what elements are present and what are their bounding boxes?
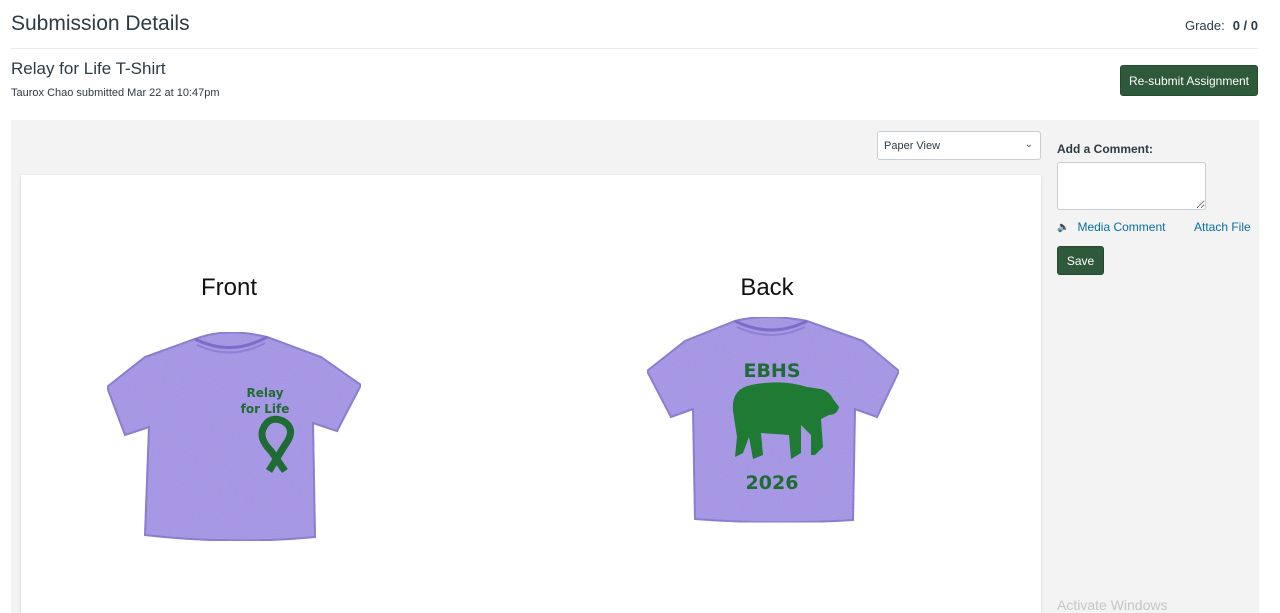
back-tshirt: EBHS 2026	[645, 316, 901, 524]
front-print-line1: Relay	[246, 386, 283, 400]
attach-file-link[interactable]: Attach File	[1194, 220, 1251, 234]
comment-textarea[interactable]	[1057, 162, 1206, 210]
submission-document: Front Back Relay for Life EBHS 2026	[21, 175, 1041, 613]
comment-actions: 🔈 Media Comment Attach File	[1057, 218, 1257, 240]
page-title: Submission Details	[11, 12, 190, 35]
save-comment-button[interactable]: Save	[1057, 246, 1104, 275]
front-tshirt: Relay for Life	[105, 331, 363, 542]
resubmit-assignment-button[interactable]: Re-submit Assignment	[1120, 65, 1258, 96]
grade-label: Grade:	[1184, 18, 1225, 33]
front-print-line2: for Life	[241, 402, 290, 416]
view-mode-select[interactable]: Paper View ⌄	[877, 131, 1041, 160]
header-divider	[11, 48, 1258, 49]
media-comment-label: Media Comment	[1077, 220, 1166, 234]
media-comment-link[interactable]: 🔈 Media Comment	[1057, 220, 1165, 234]
speaker-icon: 🔈	[1057, 221, 1070, 233]
grade-display: Grade: 0 / 0	[1185, 18, 1258, 33]
submission-info: Taurox Chao submitted Mar 22 at 10:47pm	[11, 87, 220, 99]
front-label: Front	[201, 274, 257, 301]
submitted-date: submitted Mar 22 at 10:47pm	[73, 87, 220, 99]
chevron-down-icon: ⌄	[1024, 139, 1033, 150]
activate-windows-watermark: Activate Windows	[1057, 597, 1168, 613]
comment-sidebar: Add a Comment: 🔈 Media Comment Attach Fi…	[1057, 142, 1257, 275]
back-print-top: EBHS	[743, 360, 800, 382]
back-label: Back	[740, 274, 794, 301]
view-mode-selected: Paper View	[884, 139, 941, 152]
assignment-title: Relay for Life T-Shirt	[11, 59, 166, 78]
comment-label: Add a Comment:	[1057, 142, 1153, 156]
submission-preview-panel: Paper View ⌄ Front Back Relay for Life E…	[11, 120, 1259, 613]
back-print-bottom: 2026	[746, 472, 799, 494]
tshirt-design-image: Front Back Relay for Life EBHS 2026	[105, 274, 901, 542]
submitter-name: Taurox Chao	[11, 87, 74, 99]
grade-value: 0 / 0	[1232, 18, 1258, 33]
